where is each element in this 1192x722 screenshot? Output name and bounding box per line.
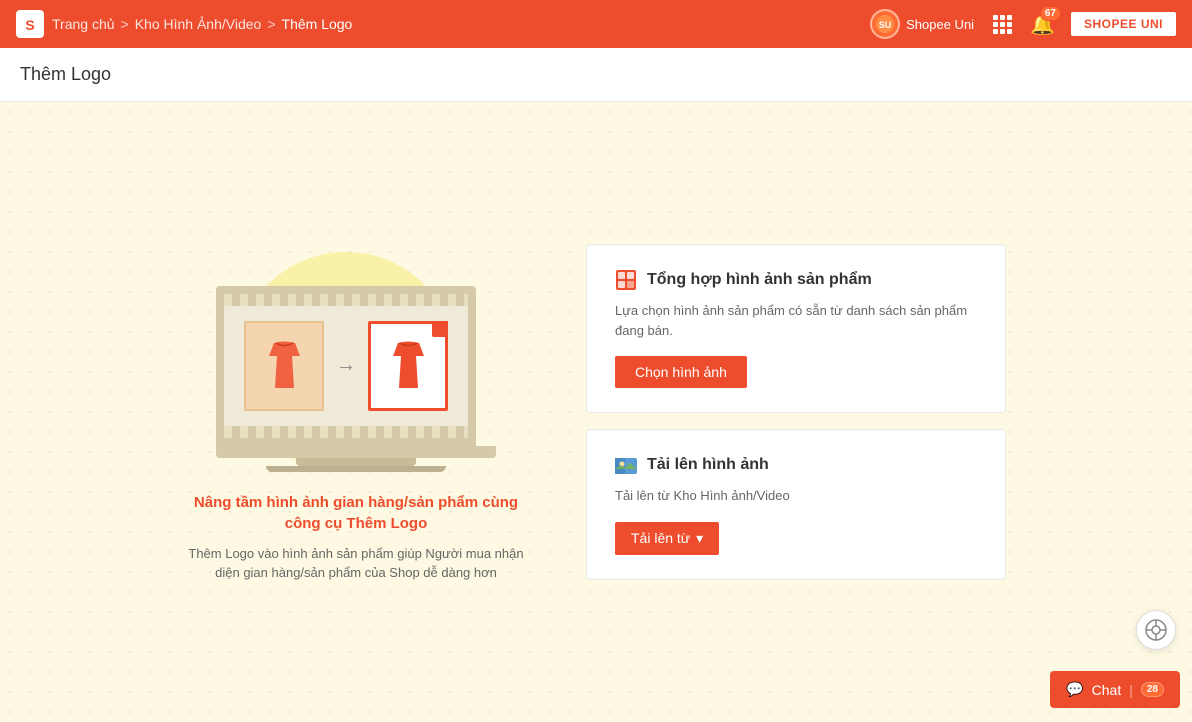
chat-icon: 💬 [1066,681,1083,698]
top-navigation: S Trang chủ > Kho Hình Ảnh/Video > Thêm … [0,0,1192,48]
option-card-2: Tải lên hình ảnh Tải lên từ Kho Hình ảnh… [586,429,1006,580]
screen-bottom-bar [224,426,468,438]
chat-badge: 28 [1141,682,1164,697]
option2-header: Tải lên hình ảnh [615,454,977,476]
notification-button[interactable]: 🔔 67 [1030,12,1055,37]
laptop-base [216,446,496,458]
nav-left: S Trang chủ > Kho Hình Ảnh/Video > Thêm … [16,10,352,38]
laptop-screen: → [216,286,476,446]
illustration-container: → [206,242,506,472]
arrow-right-icon: → [336,354,356,377]
breadcrumb-current: Thêm Logo [282,16,353,32]
choose-image-button[interactable]: Chọn hình ảnh [615,356,747,388]
breadcrumb: Trang chủ > Kho Hình Ảnh/Video > Thêm Lo… [52,16,352,32]
sub-header: Thêm Logo [0,48,1192,102]
chevron-down-icon: ▾ [696,530,703,547]
upload-button-label: Tải lên từ [631,530,690,546]
right-panel: Tổng hợp hình ảnh sản phẩm Lựa chọn hình… [586,244,1006,580]
product-image-icon [615,269,637,291]
breadcrumb-kho[interactable]: Kho Hình Ảnh/Video [135,16,262,32]
page-title: Thêm Logo [20,64,1172,85]
grid-dots [993,15,1012,34]
shopee-uni-label: Shopee Uni [906,17,974,32]
dress-icon-left [262,338,307,393]
nav-right: SU Shopee Uni 🔔 67 SHOPEE UNI [870,9,1176,39]
illustration-description: Thêm Logo vào hình ảnh sản phẩm giúp Ngư… [186,544,526,583]
option2-description: Tải lên từ Kho Hình ảnh/Video [615,486,977,506]
product-box-right [368,321,448,411]
shopee-uni-avatar[interactable]: SU Shopee Uni [870,9,974,39]
option1-header: Tổng hợp hình ảnh sản phẩm [615,269,977,291]
breadcrumb-sep2: > [267,16,275,32]
option1-title: Tổng hợp hình ảnh sản phẩm [647,271,872,289]
upload-button[interactable]: Tải lên từ ▾ [615,522,719,555]
chat-button[interactable]: 💬 Chat | 28 [1050,671,1180,708]
laptop-feet [266,466,446,472]
breadcrumb-home[interactable]: Trang chủ [52,16,115,32]
laptop-content: → [228,321,464,411]
dress-icon-right [386,338,431,393]
option1-description: Lựa chọn hình ảnh sản phẩm có sẵn từ dan… [615,301,977,340]
laptop-illustration: → [216,286,496,472]
main-content: → Nâng tầm hình ảnh gi [0,102,1192,722]
laptop-stand [296,458,416,466]
upload-image-icon [615,454,637,476]
chat-separator: | [1129,682,1133,698]
support-button[interactable] [1136,610,1176,650]
shopee-logo-icon: S [16,10,44,38]
breadcrumb-sep1: > [121,16,129,32]
option2-title: Tải lên hình ảnh [647,456,769,474]
shopee-uni-button[interactable]: SHOPEE UNI [1071,12,1176,36]
svg-text:SU: SU [879,20,892,30]
notification-badge: 67 [1040,6,1061,21]
support-icon [1145,619,1167,641]
illustration-title: Nâng tầm hình ảnh gian hàng/sản phẩm cùn… [186,492,526,534]
chat-label: Chat [1092,682,1122,698]
product-box-left [244,321,324,411]
left-panel: → Nâng tầm hình ảnh gi [186,242,526,583]
avatar-image: SU [870,9,900,39]
svg-text:S: S [25,17,34,33]
option-card-1: Tổng hợp hình ảnh sản phẩm Lựa chọn hình… [586,244,1006,413]
screen-top-bar [224,294,468,306]
grid-icon[interactable] [990,12,1014,36]
